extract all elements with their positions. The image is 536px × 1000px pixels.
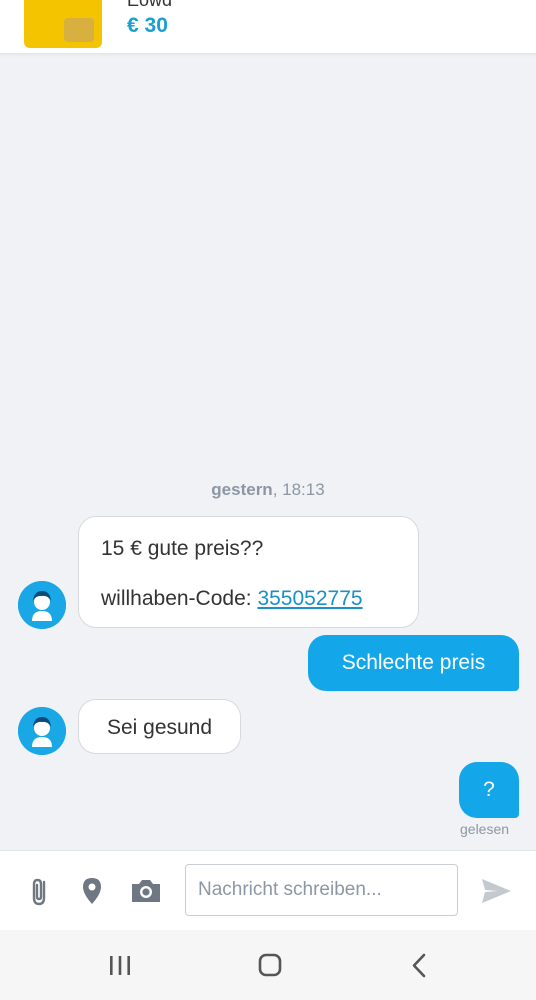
read-status: gelesen [460, 821, 510, 837]
listing-price: € 30 [127, 14, 168, 37]
user-avatar-icon [18, 581, 66, 629]
message-bubble-incoming[interactable]: Sei gesund [78, 699, 241, 754]
code-label: willhaben-Code: [101, 587, 258, 610]
code-link[interactable]: 355052775 [257, 587, 362, 610]
date-time: , 18:13 [272, 480, 325, 499]
recent-apps-icon[interactable] [102, 948, 138, 984]
message-bubble-outgoing[interactable]: ? [459, 762, 519, 818]
camera-icon[interactable] [128, 873, 164, 909]
message-bubble-incoming[interactable]: 15 € gute preis?? willhaben-Code: 355052… [78, 516, 419, 628]
listing-header[interactable]: Eowd € 30 [0, 0, 536, 54]
listing-title: Eowd [127, 0, 173, 10]
listing-thumbnail[interactable] [24, 0, 102, 48]
message-bubble-outgoing[interactable]: Schlechte preis [308, 635, 519, 691]
back-icon[interactable] [402, 948, 438, 984]
message-text: 15 € gute preis?? [101, 537, 264, 560]
home-icon[interactable] [252, 948, 288, 984]
date-separator: gestern, 18:13 [0, 480, 536, 500]
message-code-line: willhaben-Code: 355052775 [101, 587, 396, 611]
message-composer [0, 850, 536, 931]
user-avatar-icon [18, 707, 66, 755]
date-day: gestern [211, 480, 273, 499]
send-icon[interactable] [478, 873, 514, 909]
paperclip-icon[interactable] [22, 873, 58, 909]
location-pin-icon[interactable] [74, 873, 110, 909]
message-input[interactable] [185, 864, 458, 916]
system-navigation-bar [0, 930, 536, 1000]
